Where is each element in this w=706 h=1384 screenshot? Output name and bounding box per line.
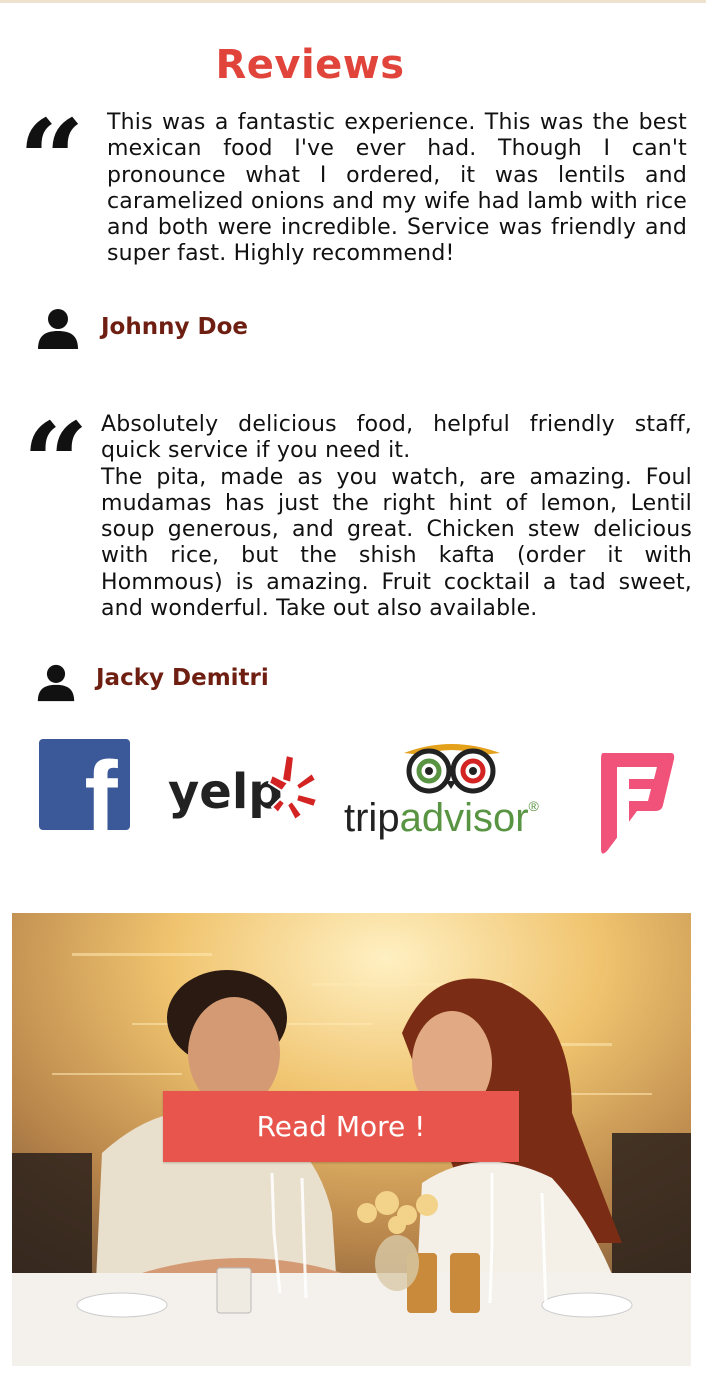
page-title: Reviews bbox=[215, 42, 405, 88]
quote-icon: “ bbox=[18, 95, 85, 224]
yelp-logo[interactable]: yelp bbox=[164, 745, 319, 825]
review-paragraph: Absolutely delicious food, helpful frien… bbox=[101, 412, 692, 464]
yelp-text: yelp bbox=[168, 764, 283, 820]
review-paragraph: The pita, made as you watch, are amazing… bbox=[101, 464, 692, 622]
tripadvisor-advisor: advisor bbox=[400, 796, 529, 840]
top-divider bbox=[0, 0, 706, 3]
svg-text:tripadvisor®: tripadvisor® bbox=[344, 796, 540, 840]
review-author: Jacky Demitri bbox=[96, 665, 269, 691]
quote-icon: “ bbox=[22, 398, 89, 527]
owl-eyes-icon bbox=[404, 744, 500, 794]
review-paragraph: This was a fantastic experience. This wa… bbox=[107, 110, 687, 267]
foursquare-icon[interactable] bbox=[597, 749, 677, 857]
user-icon bbox=[37, 664, 75, 702]
facebook-letter: f bbox=[84, 741, 118, 830]
facebook-icon[interactable]: f bbox=[39, 739, 130, 853]
read-more-button[interactable]: Read More ! bbox=[163, 1091, 519, 1162]
user-icon bbox=[38, 309, 78, 349]
review-text: This was a fantastic experience. This wa… bbox=[107, 110, 687, 268]
tripadvisor-logo[interactable]: tripadvisor® bbox=[342, 741, 560, 842]
review-author: Johnny Doe bbox=[101, 314, 248, 340]
tripadvisor-trip: trip bbox=[344, 796, 400, 840]
review-text: Absolutely delicious food, helpful frien… bbox=[101, 412, 692, 622]
tripadvisor-mark: ® bbox=[529, 798, 540, 814]
